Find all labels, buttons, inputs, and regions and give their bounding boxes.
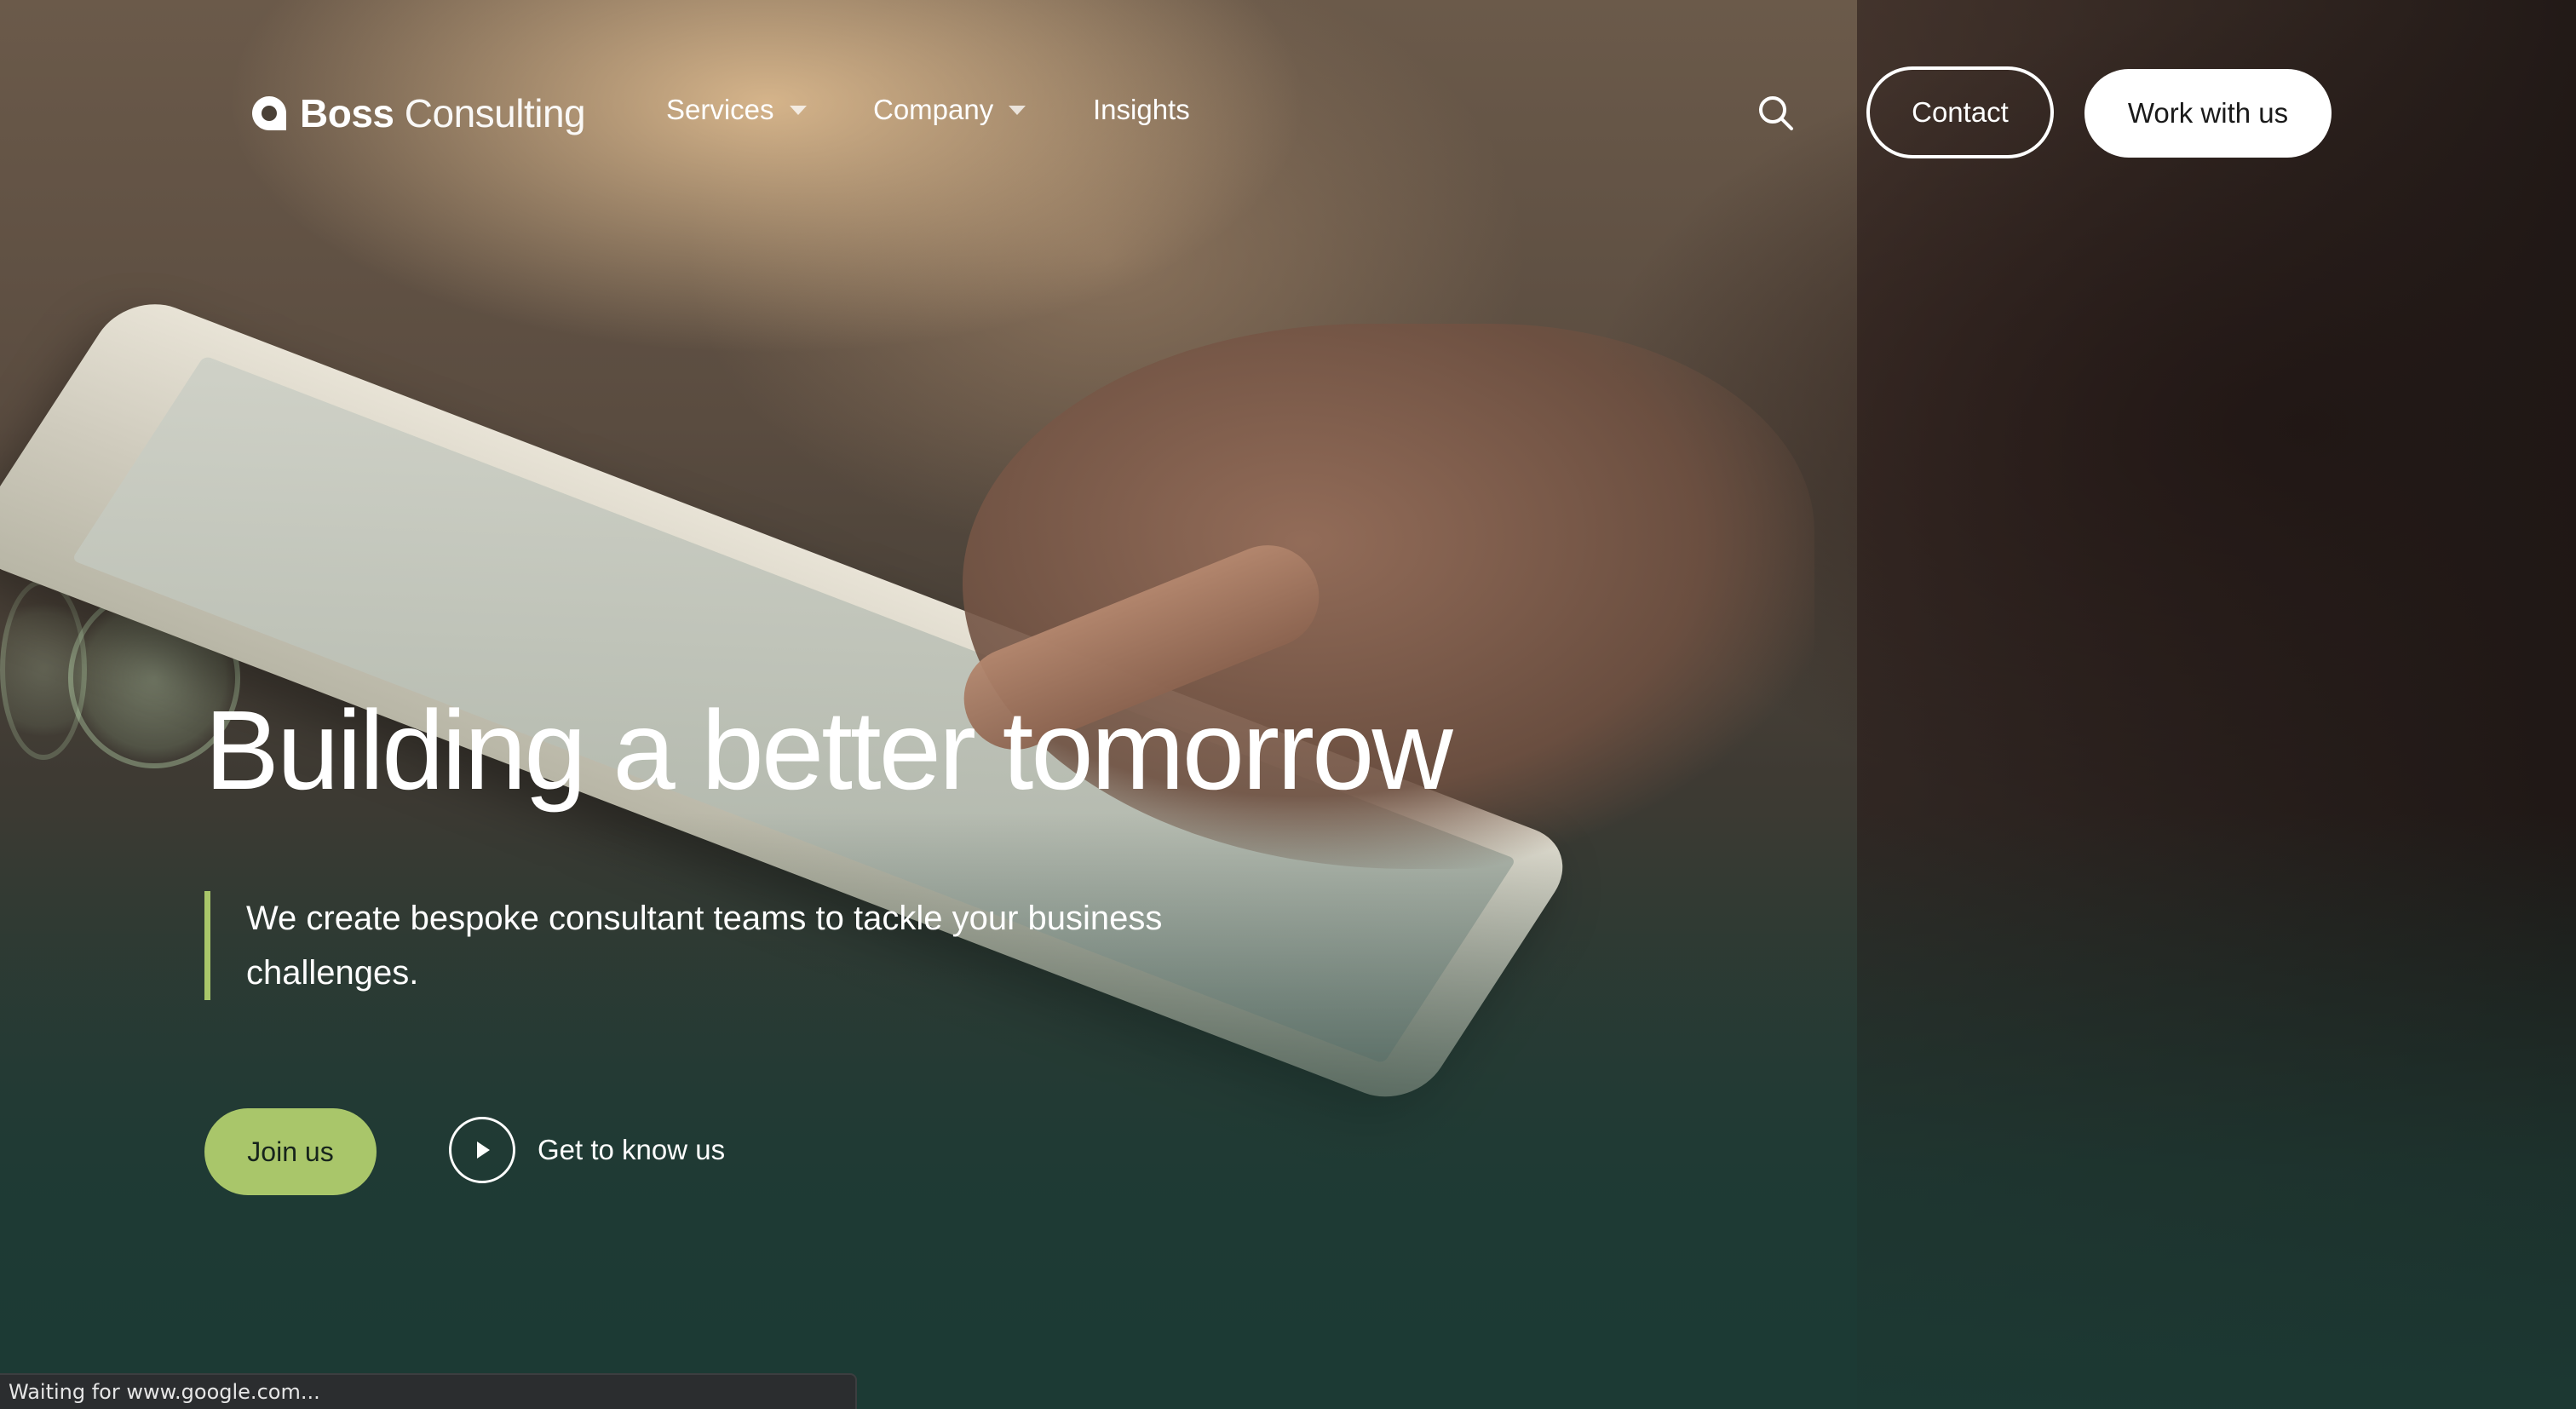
brand-name-bold: Boss [300,91,394,135]
nav-item-company[interactable]: Company [873,94,1026,126]
hero-subtitle: We create bespoke consultant teams to ta… [246,900,1163,992]
play-icon [477,1142,490,1159]
nav-item-services[interactable]: Services [666,94,807,126]
brand-logo[interactable]: Boss Consulting [250,90,586,136]
work-with-us-button[interactable]: Work with us [2084,69,2332,158]
brand-name: Boss Consulting [300,90,586,136]
video-cta-label: Get to know us [538,1134,726,1165]
nav-item-insights[interactable]: Insights [1093,94,1190,126]
hero-title: Building a better tomorrow [204,687,1453,813]
chevron-down-icon [1009,105,1026,115]
site-header: Boss Consulting Services Company Insight… [0,0,2576,225]
join-us-button[interactable]: Join us [204,1108,377,1195]
search-icon [1759,96,1793,130]
get-to-know-us-link[interactable]: Get to know us [449,1117,725,1183]
hero-quote-block: We create bespoke consultant teams to ta… [204,891,1312,1000]
chevron-down-icon [789,105,807,115]
browser-status-bar: Waiting for www.google.com... [0,1373,857,1409]
contact-button[interactable]: Contact [1866,66,2054,158]
search-button[interactable] [1755,92,1797,135]
brand-name-light: Consulting [404,91,586,135]
nav-item-label: Company [873,94,994,125]
nav-item-label: Services [666,94,774,125]
nav-item-label: Insights [1093,94,1190,125]
boss-logo-mark-icon [250,95,288,132]
play-button[interactable] [449,1117,515,1183]
